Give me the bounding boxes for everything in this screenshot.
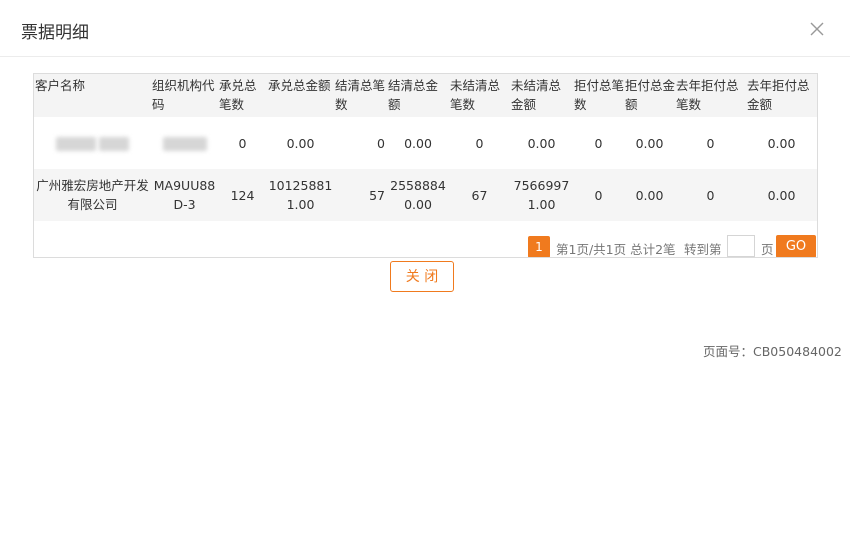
redacted-text xyxy=(99,137,130,151)
refused-amount-cell: 0.00 xyxy=(624,117,675,169)
goto-page-label: 转到第 xyxy=(684,242,722,257)
accept-amount-cell: 101258811.00 xyxy=(267,169,334,221)
refused-count-cell: 0 xyxy=(573,169,624,221)
column-header: 结清总金额 xyxy=(387,74,449,117)
bill-table-container: 客户名称 组织机构代码 承兑总笔数 承兑总金额 结清总笔数 结清总金额 未结清总… xyxy=(33,73,818,258)
close-icon[interactable] xyxy=(807,19,827,39)
dialog-title: 票据明细 xyxy=(21,23,89,43)
column-header: 拒付总金额 xyxy=(624,74,675,117)
column-header: 未结清总金额 xyxy=(510,74,573,117)
unsettled-count-cell: 0 xyxy=(449,117,510,169)
redacted-text xyxy=(162,137,207,151)
settled-count-cell: 57 xyxy=(334,169,387,221)
last-year-refused-amount-cell: 0.00 xyxy=(746,169,817,221)
customer-name-cell-redacted xyxy=(34,117,151,169)
settled-amount-cell: 25588840.00 xyxy=(387,169,449,221)
column-header: 拒付总笔数 xyxy=(573,74,624,117)
unsettled-count-cell: 67 xyxy=(449,169,510,221)
accept-amount-cell: 0.00 xyxy=(267,117,334,169)
close-button[interactable]: 关 闭 xyxy=(390,261,454,292)
column-header: 结清总笔数 xyxy=(334,74,387,117)
refused-count-cell: 0 xyxy=(573,117,624,169)
unsettled-amount-cell: 0.00 xyxy=(510,117,573,169)
unsettled-amount-cell: 75669971.00 xyxy=(510,169,573,221)
accept-count-cell: 124 xyxy=(218,169,267,221)
column-header: 组织机构代码 xyxy=(151,74,218,117)
redacted-text xyxy=(55,137,96,151)
table-row[interactable]: 广州雅宏房地产开发有限公司 MA9UU88D-3 124 101258811.0… xyxy=(34,169,817,221)
bill-table: 客户名称 组织机构代码 承兑总笔数 承兑总金额 结清总笔数 结清总金额 未结清总… xyxy=(34,74,817,221)
page-number-label: 页面号：CB050484002 xyxy=(703,344,842,359)
last-year-refused-count-cell: 0 xyxy=(675,117,746,169)
bill-detail-dialog: 票据明细 客户名称 组织机构代码 承兑总笔数 承兑总金额 结清总笔数 结清总金额… xyxy=(0,0,850,559)
last-year-refused-amount-cell: 0.00 xyxy=(746,117,817,169)
pagination-info: 第1页/共1页 总计2笔 xyxy=(556,242,676,257)
pagination: 1 第1页/共1页 总计2笔 转到第 页 GO xyxy=(34,234,817,257)
customer-name-cell: 广州雅宏房地产开发有限公司 xyxy=(34,169,151,221)
goto-page-input[interactable] xyxy=(727,235,755,257)
column-header: 未结清总笔数 xyxy=(449,74,510,117)
column-header: 承兑总笔数 xyxy=(218,74,267,117)
accept-count-cell: 0 xyxy=(218,117,267,169)
column-header: 承兑总金额 xyxy=(267,74,334,117)
column-header: 去年拒付总金额 xyxy=(746,74,817,117)
dialog-header: 票据明细 xyxy=(0,0,850,57)
column-header: 客户名称 xyxy=(34,74,151,117)
org-code-cell: MA9UU88D-3 xyxy=(151,169,218,221)
page-1-button[interactable]: 1 xyxy=(528,236,550,257)
table-row[interactable]: 0 0.00 0 0.00 0 0.00 0 0.00 0 0.00 xyxy=(34,117,817,169)
last-year-refused-count-cell: 0 xyxy=(675,169,746,221)
page-unit-label: 页 xyxy=(761,242,774,257)
org-code-cell-redacted xyxy=(151,117,218,169)
go-button[interactable]: GO xyxy=(776,235,816,257)
refused-amount-cell: 0.00 xyxy=(624,169,675,221)
settled-amount-cell: 0.00 xyxy=(387,117,449,169)
settled-count-cell: 0 xyxy=(334,117,387,169)
table-header-row: 客户名称 组织机构代码 承兑总笔数 承兑总金额 结清总笔数 结清总金额 未结清总… xyxy=(34,74,817,117)
column-header: 去年拒付总笔数 xyxy=(675,74,746,117)
